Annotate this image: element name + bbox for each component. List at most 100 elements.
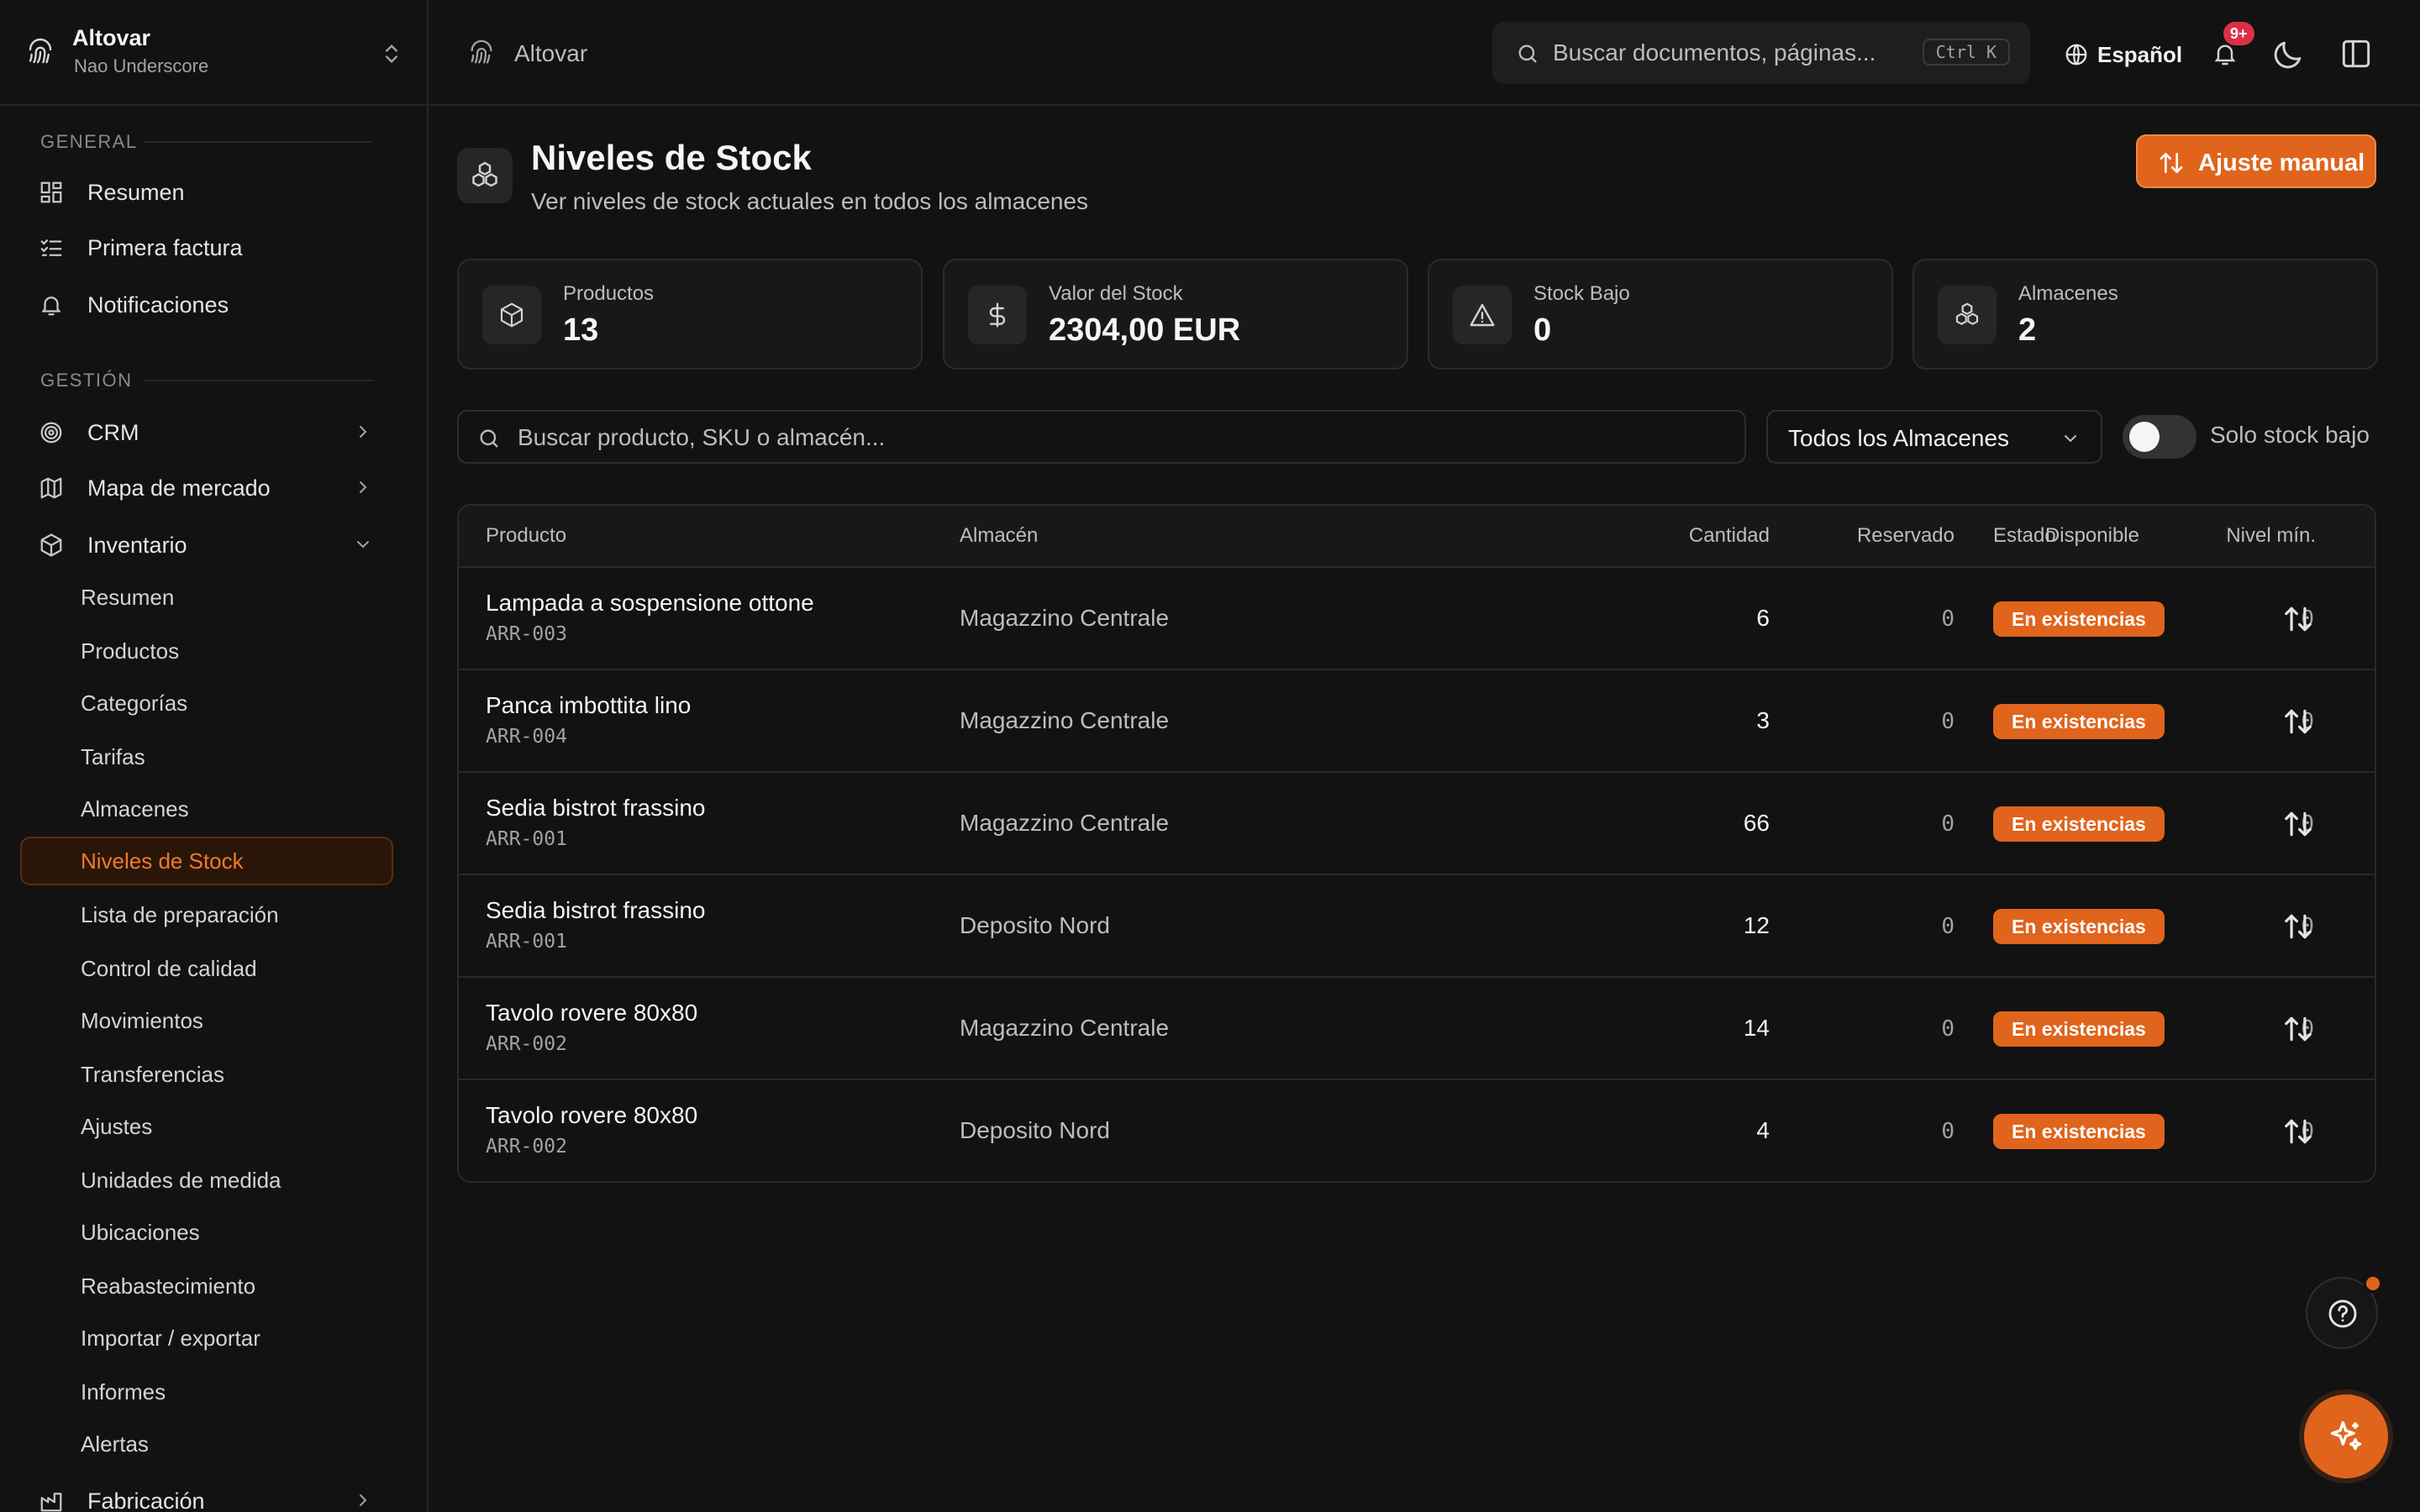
quantity-value: 12	[1743, 912, 1770, 938]
notifications-button[interactable]: 9+	[2203, 22, 2254, 76]
sidebar-sub-transferencias[interactable]: Transferencias	[20, 1050, 393, 1099]
sidebar-sub-movimientos[interactable]: Movimientos	[20, 996, 393, 1045]
sidebar-sub-label: Tarifas	[81, 744, 145, 769]
sidebar-item-primera-factura[interactable]: Primera factura	[20, 223, 393, 270]
sidebar-sub-lista-de-preparacion[interactable]: Lista de preparación	[20, 890, 393, 939]
search-icon	[1516, 42, 1539, 66]
stock-search-input[interactable]	[518, 420, 1694, 455]
sidebar-sub-ubicaciones[interactable]: Ubicaciones	[20, 1208, 393, 1257]
org-switcher[interactable]: Altovar Nao Underscore	[0, 0, 427, 106]
section-label-general: GENERAL	[40, 131, 138, 152]
low-stock-toggle[interactable]	[2123, 415, 2196, 459]
adjust-arrows-icon[interactable]	[2282, 808, 2314, 840]
stock-table: Producto Almacén Cantidad Reservado Disp…	[457, 504, 2376, 1183]
warehouse-name: Deposito Nord	[960, 912, 1110, 938]
low-stock-label: Solo stock bajo	[2210, 422, 2370, 448]
sidebar-item-inventario[interactable]: Inventario	[20, 521, 393, 568]
col-header-reservado[interactable]: Reservado	[1803, 524, 1954, 548]
sidebar-sub-label: Niveles de Stock	[81, 848, 244, 874]
org-name: Altovar	[72, 25, 151, 50]
col-header-almacen[interactable]: Almacén	[960, 524, 1038, 548]
page-title: Niveles de Stock	[531, 138, 812, 177]
reserved-value: 0	[1941, 1016, 1954, 1042]
product-sku: ARR-002	[486, 1136, 567, 1158]
manual-adjustment-button[interactable]: Ajuste manual	[2136, 134, 2376, 188]
product-sku: ARR-001	[486, 931, 567, 953]
table-row[interactable]: Tavolo rovere 80x80 ARR-002 Magazzino Cent…	[459, 978, 2375, 1080]
sidebar-sub-tarifas[interactable]: Tarifas	[20, 732, 393, 781]
stat-value: 2	[2018, 312, 2037, 348]
sidebar-sub-label: Informes	[81, 1379, 166, 1404]
fingerprint-logo-icon	[25, 37, 55, 67]
sidebar-item-label: Fabricación	[87, 1488, 205, 1512]
sidebar-sub-label: Resumen	[81, 585, 175, 610]
adjust-arrows-icon[interactable]	[2282, 706, 2314, 738]
sidebar-sub-label: Control de calidad	[81, 956, 257, 981]
sidebar-item-notificaciones[interactable]: Notificaciones	[20, 281, 393, 328]
sidebar-sub-resumen[interactable]: Resumen	[20, 573, 393, 622]
target-icon	[39, 420, 64, 445]
col-header-cantidad[interactable]: Cantidad	[1669, 524, 1770, 548]
col-header-estado[interactable]: Estado	[1993, 524, 2056, 548]
warehouse-select-value: Todos los Almacenes	[1788, 425, 2010, 451]
adjust-arrows-icon[interactable]	[2282, 1116, 2314, 1147]
adjust-arrows-icon[interactable]	[2282, 1013, 2314, 1045]
stat-card-almacenes: Almacenes 2	[1912, 259, 2378, 370]
dashboard-icon	[39, 180, 64, 205]
toggle-knob	[2129, 422, 2160, 452]
sidebar-sub-alertas[interactable]: Alertas	[20, 1420, 393, 1468]
global-search[interactable]: Ctrl K	[1492, 22, 2030, 84]
moon-icon[interactable]	[2270, 35, 2307, 72]
sidebar-sub-reabastecimiento[interactable]: Reabastecimiento	[20, 1262, 393, 1310]
reserved-value: 0	[1941, 709, 1954, 734]
status-badge: En existencias	[1993, 704, 2165, 739]
stat-value: 0	[1534, 312, 1552, 348]
sidebar-sub-label: Transferencias	[81, 1062, 224, 1087]
warehouse-name: Magazzino Centrale	[960, 810, 1170, 836]
stat-card-valor-del-stock: Valor del Stock 2304,00 EUR	[943, 259, 1408, 370]
sidebar-item-label: Inventario	[87, 533, 187, 558]
sidebar-sub-categorias[interactable]: Categorías	[20, 679, 393, 727]
table-row[interactable]: Panca imbottita lino ARR-004 Magazzino Cen…	[459, 670, 2375, 773]
sidebar-item-crm[interactable]: CRM	[20, 408, 393, 455]
sidebar-sub-control-de-calidad[interactable]: Control de calidad	[20, 944, 393, 993]
table-row[interactable]: Sedia bistrot frassino ARR-001 Magazzino C…	[459, 773, 2375, 875]
breadcrumb[interactable]: Altovar	[514, 40, 587, 67]
quantity-value: 6	[1756, 605, 1770, 631]
table-row[interactable]: Sedia bistrot frassino ARR-001 Deposito No…	[459, 875, 2375, 978]
sidebar-sub-importar-exportar[interactable]: Importar / exportar	[20, 1314, 393, 1362]
sidebar-item-fabricacion[interactable]: Fabricación	[20, 1477, 393, 1512]
checklist-icon	[39, 235, 64, 260]
table-header: Producto Almacén Cantidad Reservado Disp…	[459, 506, 2375, 568]
table-row[interactable]: Lampada a sospensione ottone ARR-003 Magaz…	[459, 568, 2375, 670]
sidebar-item-label: Resumen	[87, 180, 185, 205]
stock-search[interactable]	[457, 410, 1746, 464]
warehouse-name: Deposito Nord	[960, 1117, 1110, 1143]
sidebar-toggle-icon[interactable]	[2338, 35, 2375, 72]
sidebar-item-resumen[interactable]: Resumen	[20, 168, 393, 215]
sidebar-sub-unidades-de-medida[interactable]: Unidades de medida	[20, 1156, 393, 1205]
sidebar-sub-ajustes[interactable]: Ajustes	[20, 1102, 393, 1151]
warehouse-select[interactable]: Todos los Almacenes	[1766, 410, 2102, 464]
col-header-nivel-min[interactable]: Nivel mín.	[2148, 524, 2316, 548]
stat-label: Valor del Stock	[1049, 282, 1183, 305]
page-icon	[457, 148, 513, 203]
global-search-input[interactable]	[1553, 34, 1906, 72]
warehouse-name: Magazzino Centrale	[960, 707, 1170, 733]
adjust-arrows-icon[interactable]	[2282, 603, 2314, 635]
sidebar-sub-label: Movimientos	[81, 1008, 203, 1033]
status-badge: En existencias	[1993, 601, 2165, 637]
table-row[interactable]: Tavolo rovere 80x80 ARR-002 Deposito Nord 4…	[459, 1080, 2375, 1181]
sidebar-sub-label: Ajustes	[81, 1114, 153, 1139]
sidebar-sub-productos[interactable]: Productos	[20, 627, 393, 675]
sidebar-item-mapa-de-mercado[interactable]: Mapa de mercado	[20, 464, 393, 511]
sidebar-sub-niveles-de-stock[interactable]: Niveles de Stock	[20, 837, 393, 885]
ai-assistant-button[interactable]	[2304, 1394, 2388, 1478]
sidebar-item-label: Mapa de mercado	[87, 475, 271, 501]
sidebar-sub-almacenes[interactable]: Almacenes	[20, 785, 393, 833]
adjust-arrows-icon[interactable]	[2282, 911, 2314, 942]
chevron-down-icon	[2060, 428, 2081, 449]
sidebar-sub-informes[interactable]: Informes	[20, 1368, 393, 1416]
stat-card-stock-bajo: Stock Bajo 0	[1428, 259, 1893, 370]
col-header-producto[interactable]: Producto	[486, 524, 566, 548]
